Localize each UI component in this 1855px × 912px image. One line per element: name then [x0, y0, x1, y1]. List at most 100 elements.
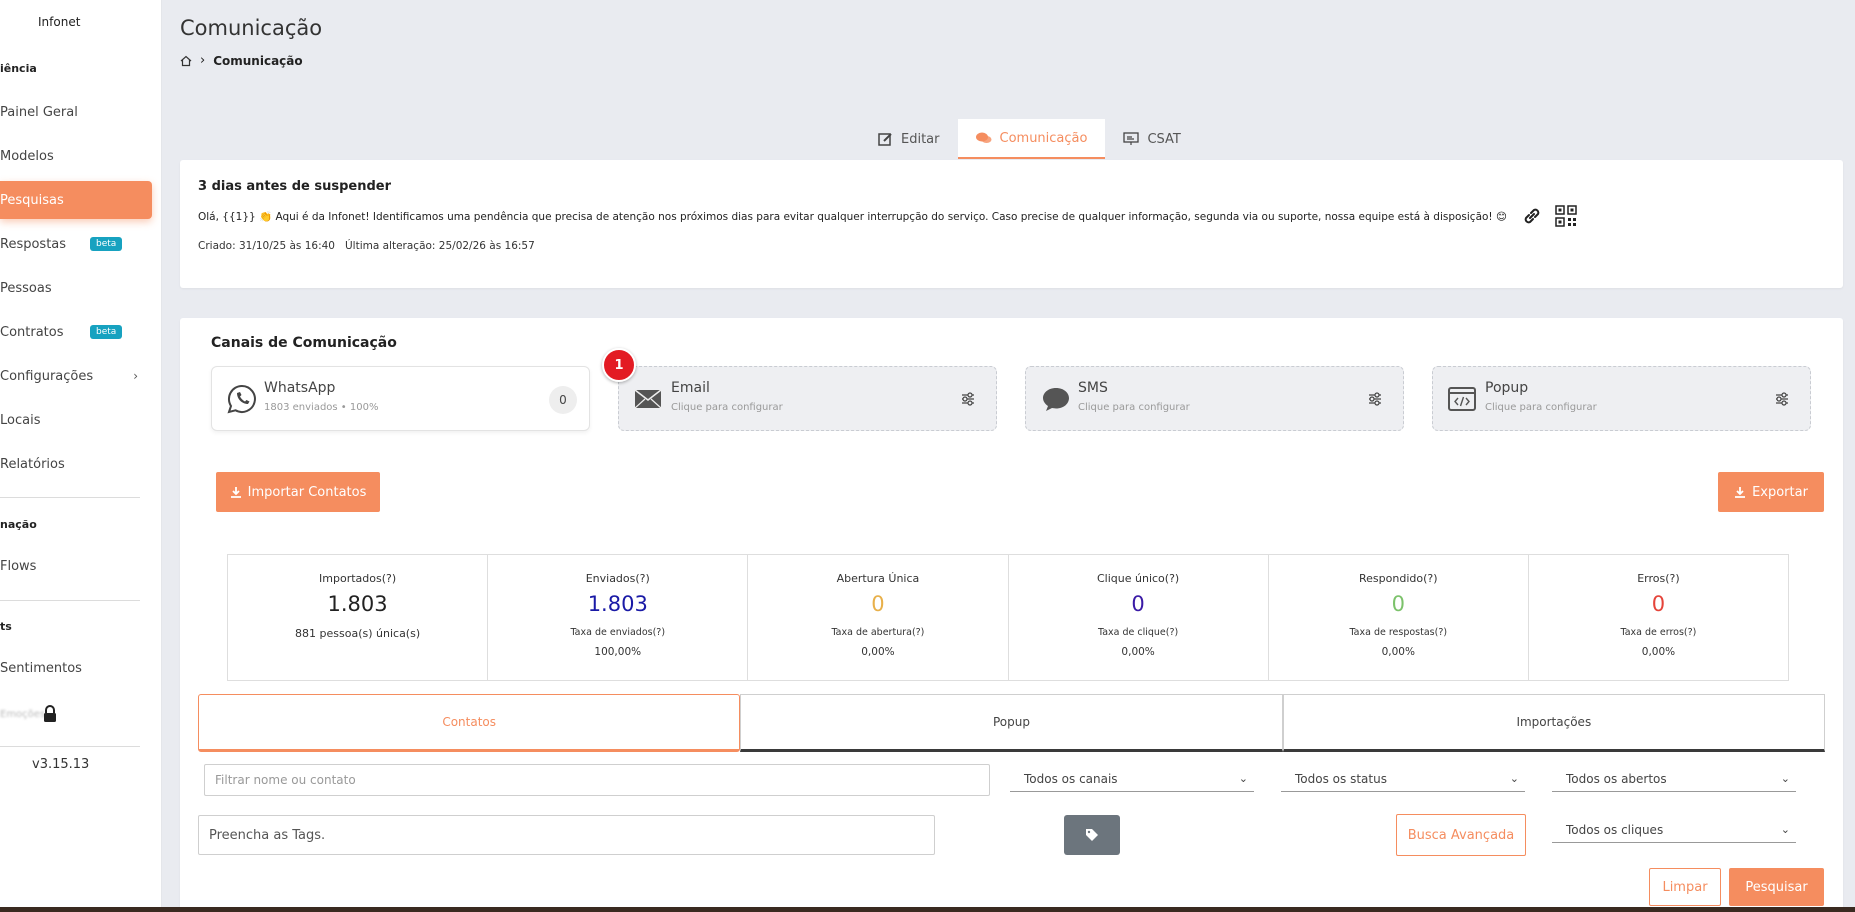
advanced-search-button[interactable]: Busca Avançada: [1396, 814, 1526, 856]
sidebar-item-label: Contratos: [0, 324, 64, 340]
channel-subtitle: Clique para configurar: [1078, 402, 1190, 413]
status-select[interactable]: Todos os status ⌄: [1281, 766, 1525, 792]
channel-sms[interactable]: SMS Clique para configurar: [1025, 366, 1404, 431]
channel-popup[interactable]: Popup Clique para configurar: [1432, 366, 1811, 431]
sidebar-item-flows[interactable]: Flows: [0, 547, 152, 585]
sliders-icon[interactable]: [960, 391, 976, 407]
tab-label: Editar: [901, 131, 940, 147]
breadcrumb-current: Comunicação: [213, 53, 303, 68]
tab-popup[interactable]: Popup: [740, 694, 1283, 752]
app-version: v3.15.13: [32, 757, 90, 772]
stat-sub[interactable]: Taxa de enviados(?): [488, 627, 747, 638]
stat-abertura: Abertura Única 0 Taxa de abertura(?) 0,0…: [748, 555, 1009, 680]
tab-label: CSAT: [1147, 131, 1181, 147]
stat-sub[interactable]: Taxa de erros(?): [1529, 627, 1788, 638]
stat-label[interactable]: Clique único(?): [1009, 572, 1268, 585]
stat-value: 0: [1131, 592, 1145, 616]
sidebar-item-label: Emoções: [0, 708, 46, 720]
lock-icon: [44, 705, 56, 722]
clear-button[interactable]: Limpar: [1649, 868, 1721, 906]
page-title: Comunicação: [180, 16, 323, 40]
tab-csat[interactable]: CSAT: [1105, 119, 1198, 159]
sidebar-divider: [0, 600, 140, 601]
select-value: Todos os status: [1295, 771, 1387, 786]
chat-icon: [975, 132, 991, 143]
sidebar-item-configuracoes[interactable]: Configurações ›: [0, 357, 152, 395]
sidebar-item-label: Flows: [0, 558, 37, 574]
channels-card: Canais de Comunicação WhatsApp 1803 envi…: [180, 318, 1843, 912]
sidebar-item-pesquisas[interactable]: Pesquisas: [0, 181, 152, 219]
bottom-bar: [0, 907, 1855, 912]
stat-label[interactable]: Importados(?): [228, 572, 487, 585]
channel-email[interactable]: Email Clique para configurar: [618, 366, 997, 431]
sidebar: Infonet iência Painel Geral Modelos Pesq…: [0, 0, 162, 907]
sidebar-item-label: Modelos: [0, 148, 54, 164]
opened-select[interactable]: Todos os abertos ⌄: [1552, 766, 1796, 792]
chevron-right-icon: ›: [133, 369, 138, 383]
channel-whatsapp[interactable]: WhatsApp 1803 enviados • 100% 0: [211, 366, 590, 431]
edit-icon: [878, 132, 892, 146]
tab-label: Comunicação: [999, 130, 1088, 146]
home-icon[interactable]: [180, 55, 192, 67]
lower-tabs: Contatos Popup Importações: [198, 694, 1825, 752]
top-tabs: Editar Comunicação CSAT: [860, 119, 1199, 159]
stat-sub[interactable]: Taxa de respostas(?): [1269, 627, 1528, 638]
sidebar-item-label: Configurações: [0, 368, 94, 384]
export-button[interactable]: Exportar: [1718, 472, 1824, 512]
tab-comunicacao[interactable]: Comunicação: [957, 119, 1106, 159]
sidebar-item-painel-geral[interactable]: Painel Geral: [0, 93, 152, 131]
sidebar-item-label: Sentimentos: [0, 660, 82, 676]
search-input[interactable]: Filtrar nome ou contato: [204, 764, 990, 796]
chevron-down-icon: ⌄: [1780, 772, 1790, 785]
sliders-icon[interactable]: [1774, 391, 1790, 407]
brand-name: Infonet: [38, 15, 81, 29]
tags-input[interactable]: Preencha as Tags.: [198, 815, 935, 855]
stat-rate: 100,00%: [594, 646, 642, 658]
sidebar-item-locais[interactable]: Locais: [0, 401, 152, 439]
link-icon[interactable]: [1521, 205, 1543, 227]
sliders-icon[interactable]: [1367, 391, 1383, 407]
stat-sub[interactable]: Taxa de abertura(?): [748, 627, 1007, 638]
tab-importacoes[interactable]: Importações: [1282, 694, 1825, 752]
button-label: Exportar: [1752, 484, 1808, 500]
tags-button[interactable]: [1064, 815, 1120, 855]
stat-label[interactable]: Enviados(?): [488, 572, 747, 585]
chevron-down-icon: ⌄: [1780, 823, 1790, 836]
sidebar-item-sentimentos[interactable]: Sentimentos: [0, 649, 152, 687]
sidebar-item-label: Locais: [0, 412, 41, 428]
stat-sub: 881 pessoa(s) única(s): [295, 627, 421, 640]
sidebar-item-relatorios[interactable]: Relatórios: [0, 445, 152, 483]
stat-respondido: Respondido(?) 0 Taxa de respostas(?) 0,0…: [1269, 555, 1529, 680]
qr-code-icon[interactable]: [1555, 205, 1577, 227]
search-button[interactable]: Pesquisar: [1729, 868, 1824, 906]
breadcrumb-separator-icon: ›: [200, 53, 206, 68]
clicks-select[interactable]: Todos os cliques ⌄: [1552, 817, 1796, 843]
sidebar-item-label: Pessoas: [0, 280, 52, 296]
channels-select[interactable]: Todos os canais ⌄: [1010, 766, 1254, 792]
stat-label[interactable]: Respondido(?): [1269, 572, 1528, 585]
sidebar-item-emocoes[interactable]: Emoções: [0, 695, 152, 733]
channel-name: Popup: [1485, 380, 1529, 396]
channel-count: 0: [549, 386, 577, 414]
chevron-down-icon: ⌄: [1509, 772, 1519, 785]
stat-label[interactable]: Erros(?): [1529, 572, 1788, 585]
sidebar-item-respostas[interactable]: Respostas beta: [0, 225, 152, 263]
stat-sub[interactable]: Taxa de clique(?): [1009, 627, 1268, 638]
tag-icon: [1086, 829, 1098, 841]
stat-value: 1.803: [587, 592, 648, 616]
sidebar-item-label: Pesquisas: [0, 192, 64, 208]
sidebar-item-contratos[interactable]: Contratos beta: [0, 313, 152, 351]
stat-label: Abertura Única: [836, 572, 920, 585]
sms-icon: [1043, 388, 1069, 411]
notification-badge[interactable]: 1: [602, 348, 636, 382]
channel-name: SMS: [1078, 380, 1108, 396]
tab-editar[interactable]: Editar: [860, 119, 958, 159]
channel-name: WhatsApp: [264, 380, 336, 396]
sidebar-item-pessoas[interactable]: Pessoas: [0, 269, 152, 307]
sidebar-item-modelos[interactable]: Modelos: [0, 137, 152, 175]
email-icon: [634, 389, 662, 409]
select-value: Todos os cliques: [1566, 822, 1664, 837]
import-contacts-button[interactable]: Importar Contatos: [216, 472, 380, 512]
tab-contatos[interactable]: Contatos: [198, 694, 741, 752]
sidebar-item-label: Painel Geral: [0, 104, 78, 120]
